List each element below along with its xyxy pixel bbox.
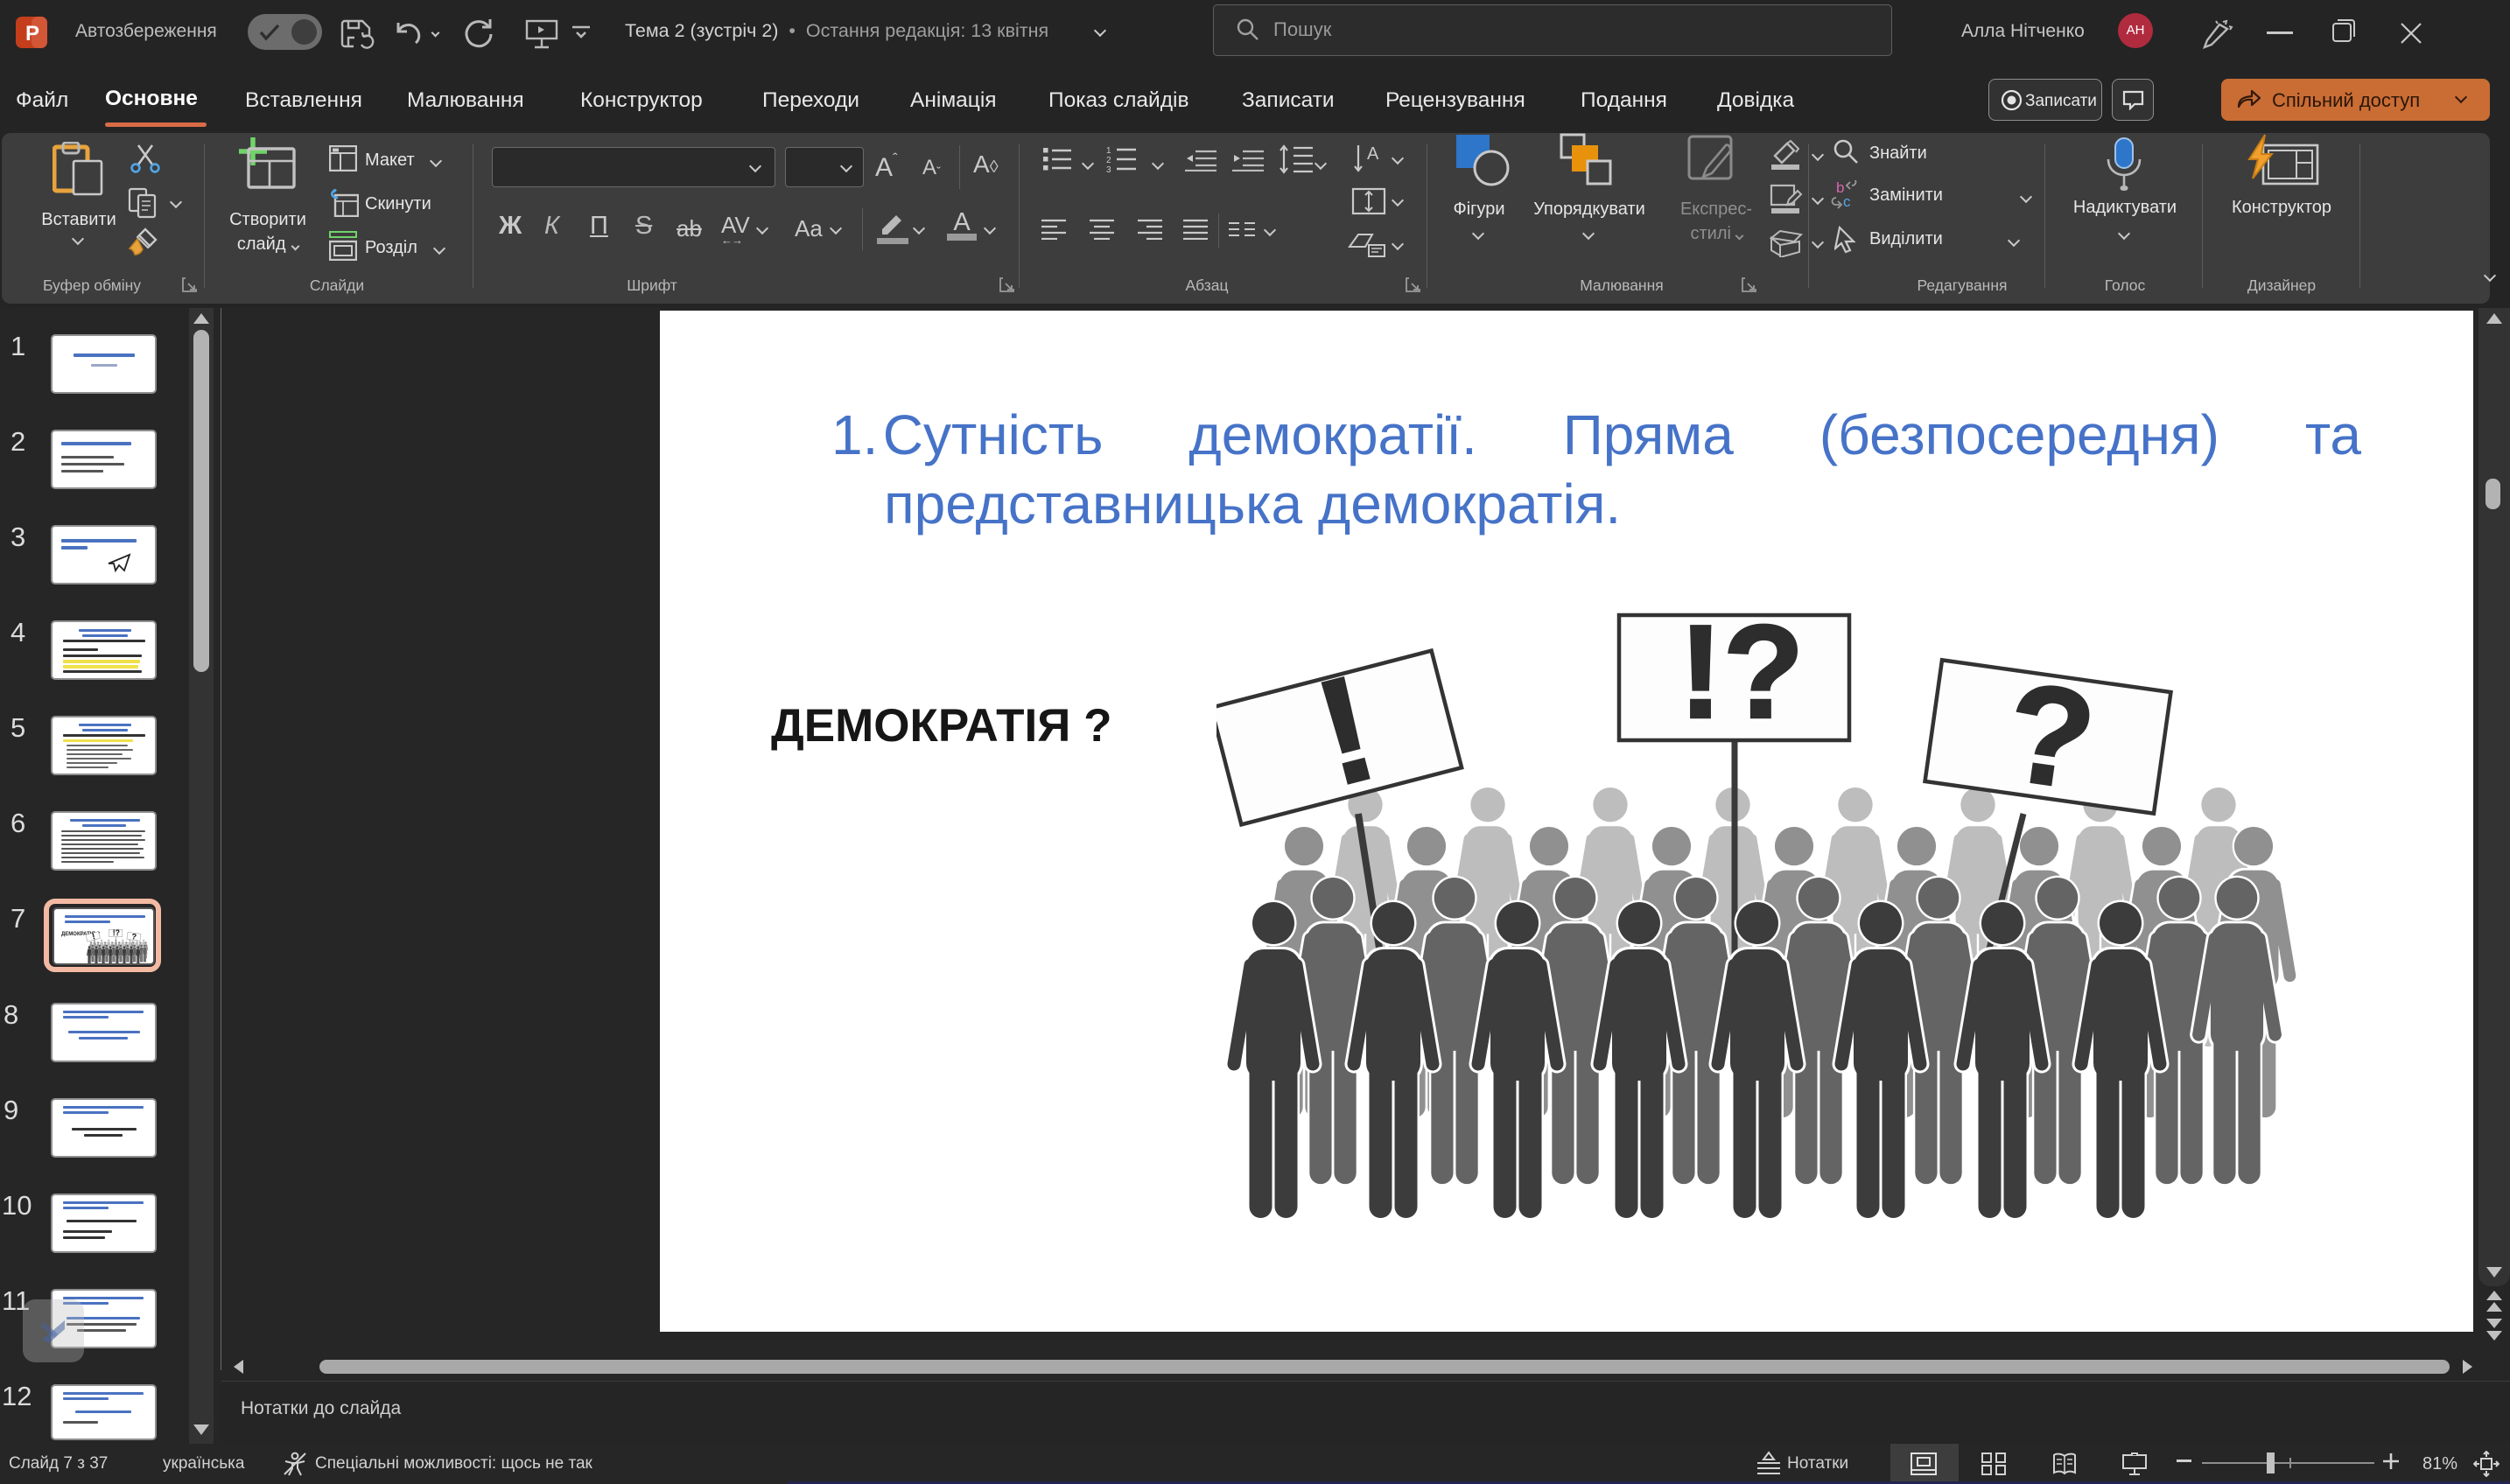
svg-text:1: 1 [1106,146,1111,156]
svg-text:A: A [1367,144,1379,164]
svg-text:P: P [25,22,39,46]
svg-text:3: 3 [1106,165,1111,173]
svg-text:c: c [1843,193,1851,210]
svg-text:2: 2 [1106,156,1111,165]
svg-text:!?: !? [1679,598,1804,746]
